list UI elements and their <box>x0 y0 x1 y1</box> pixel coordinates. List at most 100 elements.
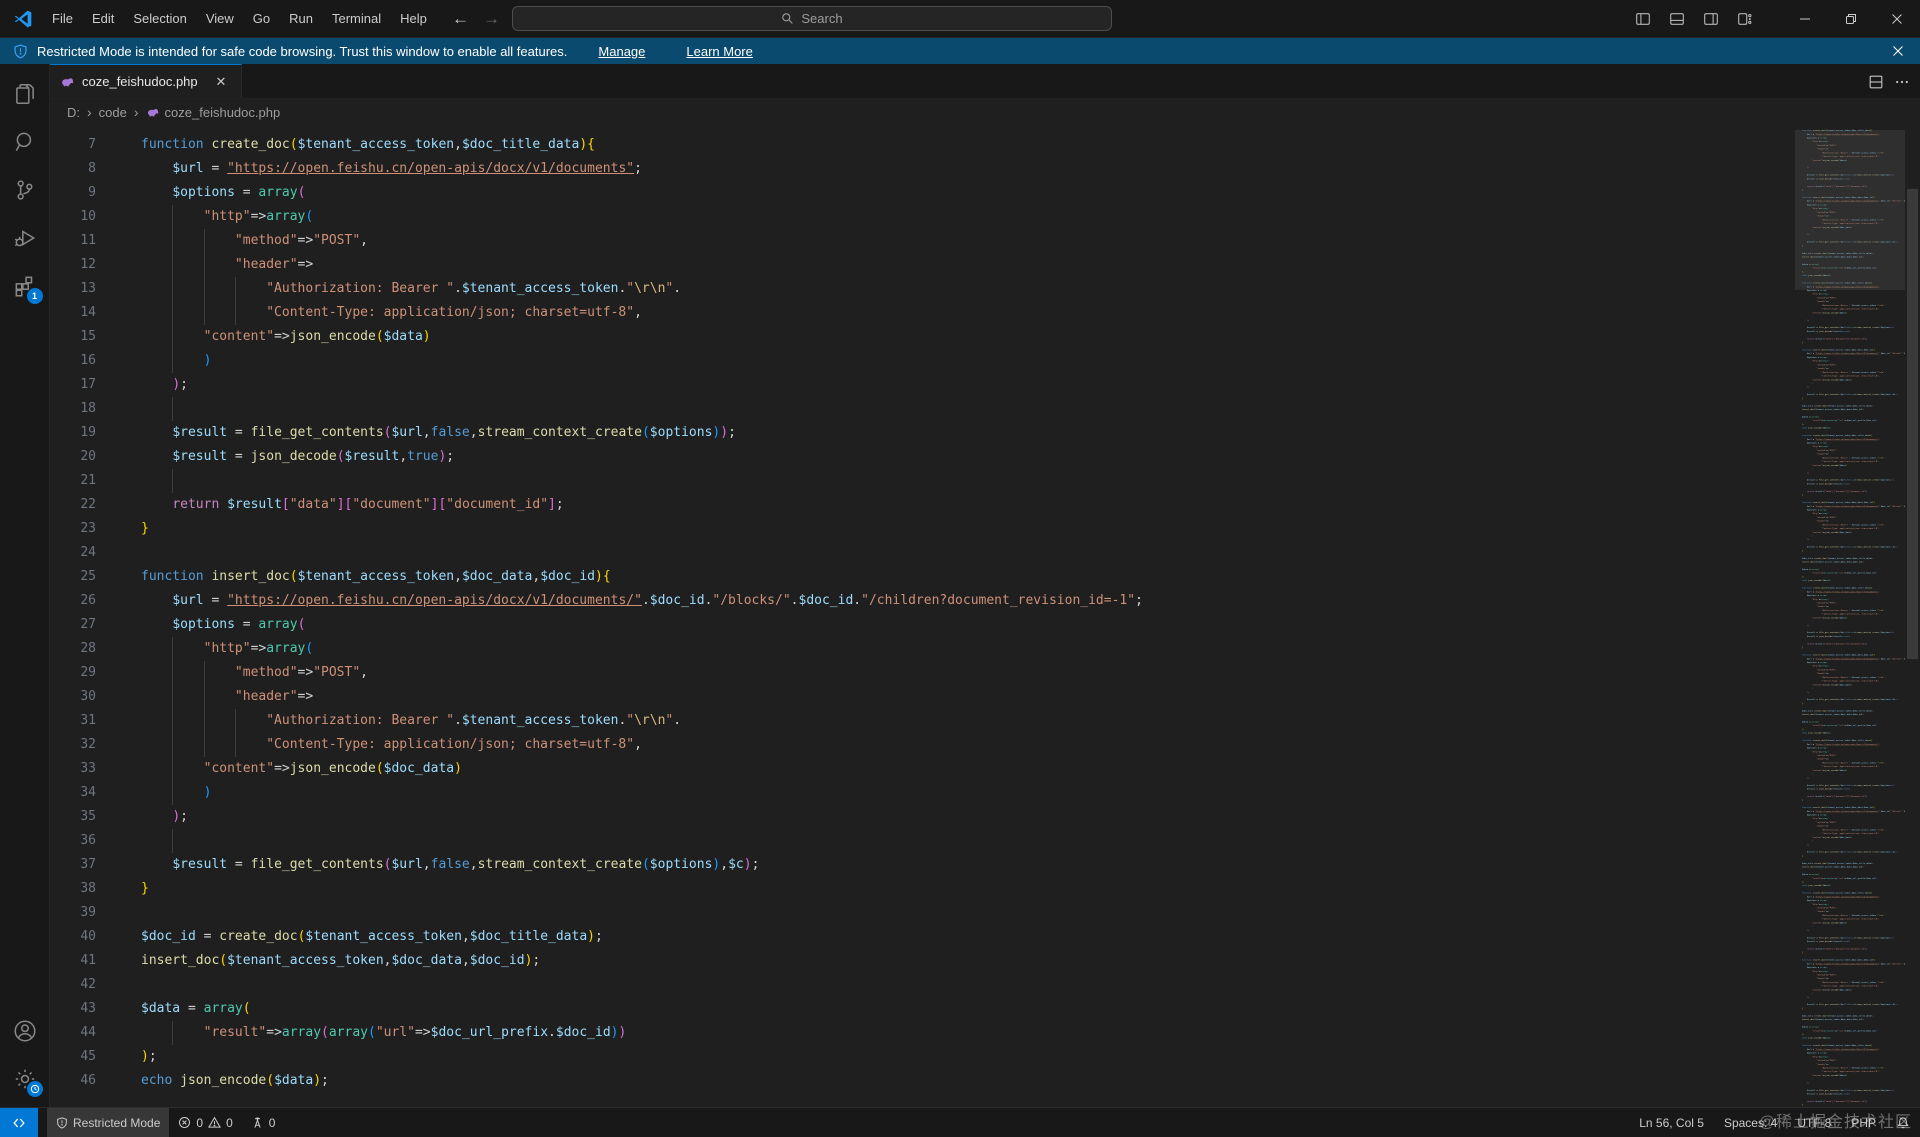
code-line: 37 $result = file_get_contents($url,fals… <box>1795 545 1905 549</box>
breadcrumb-file-label: coze_feishudoc.php <box>165 105 281 120</box>
banner-message: Restricted Mode is intended for safe cod… <box>37 44 567 59</box>
command-center-search[interactable]: Search <box>512 6 1112 31</box>
code-line: 28 "http"=>array( <box>50 637 1920 661</box>
search-icon <box>781 12 794 25</box>
error-count: 0 <box>196 1116 203 1130</box>
explorer-icon[interactable] <box>1 70 49 118</box>
status-bar: Restricted Mode 0 0 0 Ln 56, Col 5 Space… <box>0 1107 1920 1137</box>
learn-more-link[interactable]: Learn More <box>686 44 752 59</box>
minimize-button[interactable] <box>1782 0 1828 38</box>
menu-terminal[interactable]: Terminal <box>323 6 390 31</box>
menu-selection[interactable]: Selection <box>124 6 195 31</box>
code-line: 7function create_doc($tenant_access_toke… <box>50 133 1920 157</box>
toggle-secondary-sidebar-icon[interactable] <box>1696 5 1726 33</box>
code-line: 6 <box>50 125 1920 133</box>
breadcrumb: D: › code › coze_feishudoc.php <box>50 99 1920 125</box>
code-line: 22 return $result["data"]["document"]["d… <box>50 493 1920 517</box>
breadcrumb-folder[interactable]: code <box>99 105 127 120</box>
tab-bar: coze_feishudoc.php ✕ <box>50 64 1920 99</box>
notifications-bell-icon[interactable] <box>1886 1108 1920 1137</box>
customize-layout-icon[interactable] <box>1730 5 1760 33</box>
code-line: 37 $result = file_get_contents($url,fals… <box>1795 1003 1905 1007</box>
code-line: 44 "result"=>array(array("url"=>$doc_url… <box>50 1021 1920 1045</box>
remote-indicator[interactable] <box>0 1108 38 1137</box>
tab-label: coze_feishudoc.php <box>82 74 198 89</box>
vscode-logo-icon <box>13 9 33 29</box>
problems-status[interactable]: 0 0 <box>169 1108 241 1137</box>
back-arrow-icon[interactable]: ← <box>452 9 469 29</box>
tab-close-icon[interactable]: ✕ <box>211 72 231 92</box>
titlebar-right <box>1628 0 1920 38</box>
status-bar-right: Ln 56, Col 5 Spaces: 4 UTF-8 PHP <box>1629 1108 1920 1137</box>
editor-group: coze_feishudoc.php ✕ D: › code › c <box>50 64 1920 1107</box>
menu-go[interactable]: Go <box>244 6 279 31</box>
forward-arrow-icon[interactable]: → <box>483 9 500 29</box>
manage-link[interactable]: Manage <box>598 44 645 59</box>
restore-button[interactable] <box>1828 0 1874 38</box>
code-line: 13 "Authorization: Bearer ".$tenant_acce… <box>50 277 1920 301</box>
code-line: 42 <box>50 973 1920 997</box>
minimap-slider[interactable] <box>1795 130 1905 290</box>
breadcrumb-drive[interactable]: D: <box>67 105 80 120</box>
vscode-window: { "title_bar": { "menus": ["File", "Edit… <box>0 0 1920 1137</box>
banner-close-icon[interactable] <box>1888 41 1908 61</box>
workbench: 1 coze_feishudoc.php ✕ <box>0 64 1920 1107</box>
php-file-icon <box>146 105 160 119</box>
activity-bar: 1 <box>0 64 50 1107</box>
code-line: 37 $result = file_get_contents($url,fals… <box>50 853 1920 877</box>
code-line: 39 <box>50 901 1920 925</box>
menu-file[interactable]: File <box>43 6 82 31</box>
ports-count: 0 <box>269 1116 276 1130</box>
toggle-panel-icon[interactable] <box>1662 5 1692 33</box>
vertical-scrollbar[interactable] <box>1907 189 1918 659</box>
encoding-status[interactable]: UTF-8 <box>1787 1108 1841 1137</box>
accounts-icon[interactable] <box>1 1007 49 1055</box>
code-line: 38} <box>50 877 1920 901</box>
workspace-trust-shield-icon <box>13 44 28 59</box>
menu-view[interactable]: View <box>197 6 243 31</box>
code-line: 32 "Content-Type: application/json; char… <box>50 733 1920 757</box>
close-window-button[interactable] <box>1874 0 1920 38</box>
source-control-icon[interactable] <box>1 166 49 214</box>
ports-status[interactable]: 0 <box>242 1108 285 1137</box>
cursor-position[interactable]: Ln 56, Col 5 <box>1629 1108 1714 1137</box>
indentation-status[interactable]: Spaces: 4 <box>1714 1108 1787 1137</box>
tab-coze-feishudoc[interactable]: coze_feishudoc.php ✕ <box>50 64 242 98</box>
code-line: 33 "content"=>json_encode($doc_data) <box>50 757 1920 781</box>
menu-bar: File Edit Selection View Go Run Terminal… <box>43 6 436 31</box>
run-debug-icon[interactable] <box>1 214 49 262</box>
code-line: 30 "header"=> <box>50 685 1920 709</box>
code-line: 37 $result = file_get_contents($url,fals… <box>1795 698 1905 702</box>
restricted-mode-banner: Restricted Mode is intended for safe cod… <box>0 38 1920 64</box>
code-editor[interactable]: 67function create_doc($tenant_access_tok… <box>50 125 1920 1107</box>
search-sidebar-icon[interactable] <box>1 118 49 166</box>
restricted-mode-status[interactable]: Restricted Mode <box>47 1108 169 1137</box>
code-line: 16 ) <box>50 349 1920 373</box>
extensions-icon[interactable]: 1 <box>1 262 49 310</box>
menu-help[interactable]: Help <box>391 6 436 31</box>
code-line: 9 $options = array( <box>50 181 1920 205</box>
split-editor-icon[interactable] <box>1868 74 1884 90</box>
code-line: 45); <box>50 1045 1920 1069</box>
code-line: 46echo json_encode($data); <box>50 1069 1920 1093</box>
menu-run[interactable]: Run <box>280 6 322 31</box>
more-actions-icon[interactable] <box>1894 74 1910 90</box>
toggle-sidebar-icon[interactable] <box>1628 5 1658 33</box>
code-line: 18 <box>50 397 1920 421</box>
menu-edit[interactable]: Edit <box>83 6 123 31</box>
code-line: 20 $result = json_decode($result,true); <box>50 445 1920 469</box>
code-line: 31 "Authorization: Bearer ".$tenant_acce… <box>50 709 1920 733</box>
code-line: 14 "Content-Type: application/json; char… <box>50 301 1920 325</box>
chevron-right-icon: › <box>87 104 92 120</box>
settings-gear-icon[interactable] <box>1 1055 49 1103</box>
code-line: 37 $result = file_get_contents($url,fals… <box>1795 393 1905 397</box>
code-line: 19 $result = file_get_contents($url,fals… <box>50 421 1920 445</box>
code-line: 26 $url = "https://open.feishu.cn/open-a… <box>50 589 1920 613</box>
code-line: 15 "content"=>json_encode($data) <box>50 325 1920 349</box>
history-nav: ← → <box>452 0 500 38</box>
language-mode[interactable]: PHP <box>1841 1108 1886 1137</box>
code-line: 27 $options = array( <box>50 613 1920 637</box>
breadcrumb-file[interactable]: coze_feishudoc.php <box>146 105 281 120</box>
code-line: 37 $result = file_get_contents($url,fals… <box>1795 850 1905 854</box>
code-line: 24 <box>50 541 1920 565</box>
